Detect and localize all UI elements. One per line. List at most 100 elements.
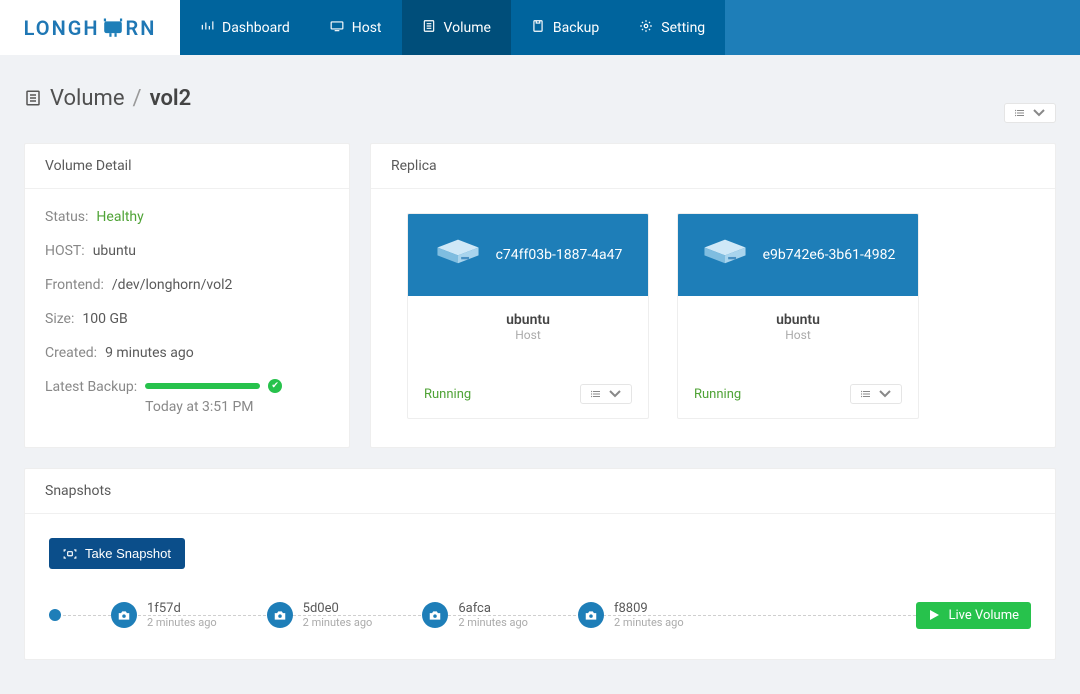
volume-detail-title: Volume Detail [25,144,349,189]
snapshot-time: 2 minutes ago [458,616,528,629]
snapshot-text: 5d0e0 2 minutes ago [303,601,373,630]
detail-host: HOST: ubuntu [45,243,329,259]
replica-host-sub: Host [678,328,918,342]
snapshot-time: 2 minutes ago [303,616,373,629]
replica-item[interactable]: c74ff03b-1887-4a47 ubuntu Host Running [407,213,649,419]
longhorn-cow-icon [102,18,124,38]
host-value: ubuntu [93,243,136,259]
nav-label: Setting [661,20,705,36]
snapshot-timeline: 1f57d 2 minutes ago 5d0e0 2 minutes ago … [49,595,1031,635]
detail-frontend: Frontend: /dev/longhorn/vol2 [45,277,329,293]
replica-id: c74ff03b-1887-4a47 [496,247,623,263]
camera-icon [578,602,604,628]
created-label: Created: [45,345,97,361]
frontend-label: Frontend: [45,277,104,293]
volume-detail-body: Status: Healthy HOST: ubuntu Frontend: /… [25,189,349,435]
snapshot-node[interactable]: 1f57d 2 minutes ago [111,601,217,630]
snapshots-card: Snapshots Take Snapshot 1f57d 2 minutes … [24,468,1056,660]
replica-actions-dropdown[interactable] [850,384,902,404]
replica-status: Running [694,387,741,402]
app-header: LONGH RN Dashboard Host Volume Backup Settin… [0,0,1080,55]
frontend-value: /dev/longhorn/vol2 [112,277,232,293]
play-icon [928,609,940,621]
replica-host: ubuntu Host [678,296,918,352]
replica-item[interactable]: e9b742e6-3b61-4982 ubuntu Host Running [677,213,919,419]
nav-item-volume[interactable]: Volume [402,0,511,55]
replica-footer: Running [408,370,648,418]
created-value: 9 minutes ago [105,345,194,361]
live-volume-label: Live Volume [948,608,1019,623]
snapshot-text: 6afca 2 minutes ago [458,601,528,630]
breadcrumb-separator: / [133,86,142,111]
live-volume-badge[interactable]: Live Volume [916,602,1031,629]
replica-tile: c74ff03b-1887-4a47 [408,214,648,296]
setting-icon [639,19,653,37]
replica-status: Running [424,387,471,402]
replica-host-name: ubuntu [408,312,648,328]
volume-icon [24,89,42,107]
size-value: 100 GB [82,311,127,327]
breadcrumb-bar: Volume / vol2 [0,55,1080,131]
nav-item-setting[interactable]: Setting [619,0,725,55]
snapshot-id: 6afca [458,601,528,617]
dashboard-icon [200,19,214,37]
backup-icon [531,19,545,37]
take-snapshot-button[interactable]: Take Snapshot [49,538,185,569]
snapshots-title: Snapshots [25,469,1055,514]
check-icon [268,379,282,393]
nav-item-backup[interactable]: Backup [511,0,619,55]
snapshot-node[interactable]: 6afca 2 minutes ago [422,601,528,630]
breadcrumb-current: vol2 [150,86,192,111]
breadcrumb: Volume / vol2 [24,86,191,111]
nav-item-dashboard[interactable]: Dashboard [180,0,310,55]
logo-text: LONGH RN [24,16,157,40]
replica-tile: e9b742e6-3b61-4982 [678,214,918,296]
replica-card: Replica c74ff03b-1887-4a47 ubuntu Host R… [370,143,1056,448]
replica-footer: Running [678,370,918,418]
nav-label: Backup [553,20,599,36]
size-label: Size: [45,311,74,327]
take-snapshot-label: Take Snapshot [85,546,171,561]
status-value: Healthy [96,209,143,225]
snapshot-node[interactable]: f8809 2 minutes ago [578,601,684,630]
snapshot-id: 1f57d [147,601,217,617]
snapshot-id: f8809 [614,601,684,617]
timeline-start-dot [49,609,61,621]
actions-dropdown[interactable] [1004,103,1056,123]
replica-host: ubuntu Host [408,296,648,352]
snapshot-id: 5d0e0 [303,601,373,617]
list-icon [1015,108,1027,118]
camera-icon [422,602,448,628]
host-label: HOST: [45,243,85,259]
snapshots-body: Take Snapshot 1f57d 2 minutes ago 5d0e0 … [25,514,1055,659]
nav-label: Host [352,20,382,36]
replica-host-name: ubuntu [678,312,918,328]
main-row: Volume Detail Status: Healthy HOST: ubun… [0,131,1080,448]
chevron-down-icon [1033,108,1045,118]
detail-created: Created: 9 minutes ago [45,345,329,361]
backup-block: Today at 3:51 PM [145,379,282,415]
progress-bar [145,383,260,389]
replica-body: c74ff03b-1887-4a47 ubuntu Host Running e… [371,189,1055,447]
nav-item-host[interactable]: Host [310,0,402,55]
replica-title: Replica [371,144,1055,189]
volume-detail-card: Volume Detail Status: Healthy HOST: ubun… [24,143,350,448]
backup-time: Today at 3:51 PM [145,399,282,415]
host-icon [330,19,344,37]
logo[interactable]: LONGH RN [0,0,180,55]
snapshot-text: f8809 2 minutes ago [614,601,684,630]
detail-latest-backup: Latest Backup: Today at 3:51 PM [45,379,329,415]
main-nav: Dashboard Host Volume Backup Setting [180,0,1080,55]
detail-status: Status: Healthy [45,209,329,225]
camera-icon [267,602,293,628]
backup-progress [145,379,282,393]
snapshot-node[interactable]: 5d0e0 2 minutes ago [267,601,373,630]
breadcrumb-parent[interactable]: Volume [50,86,125,111]
nav-label: Dashboard [222,20,290,36]
camera-corners-icon [63,548,77,560]
nav-label: Volume [444,20,491,36]
logo-text-left: LONGH [24,16,100,40]
replica-actions-dropdown[interactable] [580,384,632,404]
snapshot-text: 1f57d 2 minutes ago [147,601,217,630]
snapshot-time: 2 minutes ago [147,616,217,629]
